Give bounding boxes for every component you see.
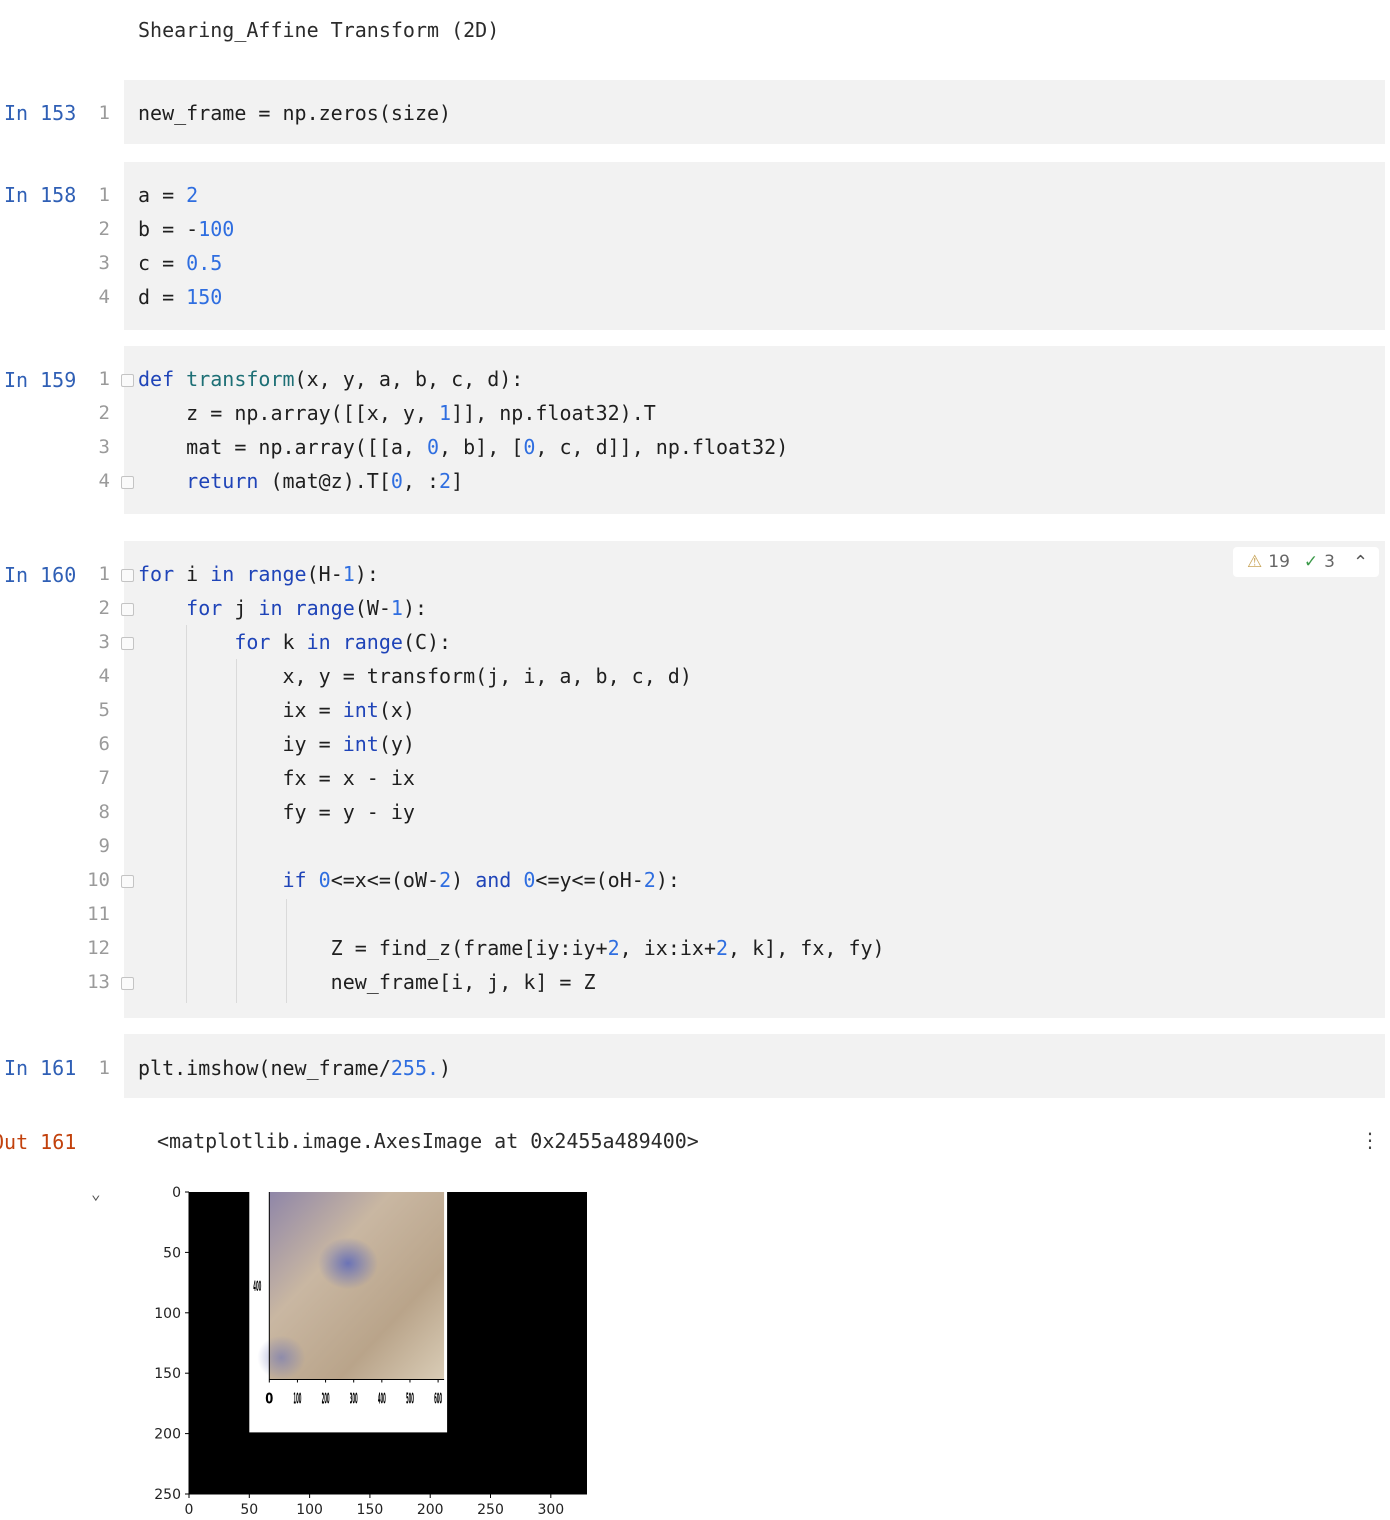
chevron-down-icon[interactable]: ⌄ xyxy=(91,1184,107,1203)
ytick-label: 50 xyxy=(163,1245,181,1261)
fold-marker-icon[interactable] xyxy=(121,476,134,489)
cell-prompt: In 153 xyxy=(4,101,77,125)
code-line[interactable]: fy = y - iy xyxy=(138,795,414,829)
xtick-label: 50 xyxy=(240,1502,258,1518)
code-line[interactable]: a = 2 xyxy=(138,178,198,212)
code-cell-160[interactable]: ⚠ 19 ✓ 3 ⌃ 1 for i in range(H-1): 2 for j… xyxy=(87,541,1385,1018)
code-cell-161[interactable]: 1 plt.imshow(new_frame/255.) xyxy=(99,1034,1385,1098)
inner-ytick-label: 400 xyxy=(253,1279,261,1295)
code-line[interactable]: return (mat@z).T[0, :2] xyxy=(138,464,463,498)
output-text: <matplotlib.image.AxesImage at 0x2455a48… xyxy=(157,1129,699,1153)
xtick-label: 0 xyxy=(185,1502,194,1518)
xtick-label: 300 xyxy=(537,1502,564,1518)
ytick-label: 150 xyxy=(154,1366,181,1382)
inner-xtick-label: 500 xyxy=(406,1390,414,1408)
inner-xtick-label: 400 xyxy=(378,1390,386,1408)
code-line[interactable]: b = -100 xyxy=(138,212,234,246)
code-line[interactable]: fx = x - ix xyxy=(138,761,414,795)
ytick-label: 100 xyxy=(154,1306,181,1322)
inner-xtick-label: 600 xyxy=(434,1390,442,1408)
code-cell-159[interactable]: 1 def transform(x, y, a, b, c, d): 2 z = … xyxy=(99,346,1385,514)
code-line[interactable]: ix = int(x) xyxy=(138,693,414,727)
inner-xtick-label: 0 xyxy=(265,1390,273,1408)
code-line[interactable]: iy = int(y) xyxy=(138,727,414,761)
xtick-label: 250 xyxy=(477,1502,504,1518)
code-line[interactable]: if 0<=x<=(oW-2) and 0<=y<=(oH-2): xyxy=(138,863,680,897)
cell-prompt: In 160 xyxy=(4,563,77,587)
inner-image-shape xyxy=(317,1237,378,1290)
ytick-label: 250 xyxy=(154,1487,181,1503)
code-line[interactable]: plt.imshow(new_frame/255.) xyxy=(138,1051,451,1085)
fold-marker-icon[interactable] xyxy=(121,374,134,387)
fold-marker-icon[interactable] xyxy=(121,603,134,616)
xtick-label: 150 xyxy=(357,1502,384,1518)
ytick-label: 0 xyxy=(172,1185,181,1201)
fold-marker-icon[interactable] xyxy=(121,875,134,888)
inner-image-shape xyxy=(257,1335,306,1380)
output-prompt: Out 161 xyxy=(0,1130,77,1154)
code-line[interactable]: x, y = transform(j, i, a, b, c, d) xyxy=(138,659,691,693)
xtick-label: 200 xyxy=(417,1502,444,1518)
code-line[interactable]: Z = find_z(frame[iy:iy+2, ix:ix+2, k], f… xyxy=(138,931,885,965)
inner-xtick-label: 200 xyxy=(322,1390,330,1408)
code-line[interactable]: def transform(x, y, a, b, c, d): xyxy=(138,362,523,396)
inner-xtick-label: 100 xyxy=(293,1390,301,1408)
markdown-title: Shearing_Affine Transform (2D) xyxy=(138,18,500,42)
cell-prompt: In 158 xyxy=(4,183,77,207)
code-line[interactable]: for k in range(C): xyxy=(138,625,451,659)
imshow-plot: 0 100 200 300 400 500 600400 0501001502002500 5… xyxy=(154,1185,587,1518)
fold-marker-icon[interactable] xyxy=(121,637,134,650)
code-cell-158[interactable]: 1a = 2 2b = -100 3c = 0.5 4d = 150 xyxy=(99,162,1385,330)
code-line[interactable]: new_frame[i, j, k] = Z xyxy=(138,965,596,999)
code-cell-153[interactable]: 1 new_frame = np.zeros(size) xyxy=(99,80,1385,144)
cell-prompt: In 161 xyxy=(4,1056,77,1080)
fold-marker-icon[interactable] xyxy=(121,977,134,990)
code-line[interactable]: mat = np.array([[a, 0, b], [0, c, d]], n… xyxy=(138,430,788,464)
xtick-label: 100 xyxy=(296,1502,323,1518)
code-line[interactable]: for i in range(H-1): xyxy=(138,557,379,591)
inner-xtick-label: 300 xyxy=(350,1390,358,1408)
code-line[interactable]: z = np.array([[x, y, 1]], np.float32).T xyxy=(138,396,656,430)
code-line[interactable]: c = 0.5 xyxy=(138,246,222,280)
transformed-image: 0 100 200 300 400 500 600 400 xyxy=(249,1192,448,1433)
ytick-label: 200 xyxy=(154,1427,181,1443)
cell-prompt: In 159 xyxy=(4,368,77,392)
fold-marker-icon[interactable] xyxy=(121,569,134,582)
more-vertical-icon[interactable]: ⋮ xyxy=(1360,1128,1380,1152)
code-line[interactable]: d = 150 xyxy=(138,280,222,314)
code-line[interactable]: for j in range(W-1): xyxy=(138,591,427,625)
code-line[interactable]: new_frame = np.zeros(size) xyxy=(138,96,451,130)
